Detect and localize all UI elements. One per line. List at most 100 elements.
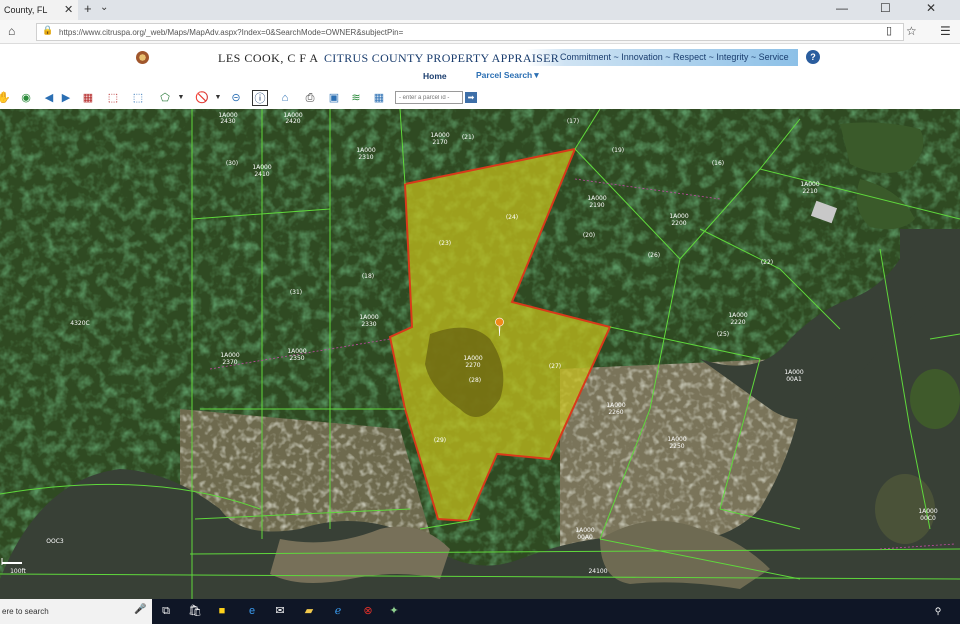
address-bar: ⌂ https://www.citruspa.org/_web/Maps/Map… (0, 20, 960, 44)
globe-icon[interactable]: ◉ (18, 90, 34, 106)
nav-home-link[interactable]: Home (423, 71, 447, 81)
parcel-tag: (27) (549, 363, 561, 370)
clear-icon[interactable]: ⊝ (228, 90, 244, 106)
browser-tab-bar: County, FL ✕ + ⌄ — ☐ ✕ (0, 0, 960, 20)
task-view-icon[interactable]: ⧉ (158, 604, 174, 618)
close-tab-icon[interactable]: ✕ (64, 3, 73, 16)
pan-hand-icon[interactable]: ✋ (0, 90, 12, 106)
full-extent-icon[interactable]: ▦ (80, 90, 96, 106)
parcel-tag: (18) (362, 273, 374, 280)
taskbar-search[interactable]: ere to search (0, 599, 152, 624)
identify-info-icon[interactable]: ⓘ (252, 90, 268, 106)
aerial-map[interactable]: 100ft 1A000 2430 1A000 2420 1A000 2410 1… (0, 109, 960, 599)
parcel-id-input[interactable] (395, 91, 463, 104)
app-icon[interactable]: ✦ (386, 604, 402, 618)
parcel-label-id: 1A000 (430, 132, 450, 139)
parcel-label-id: 1A000 (800, 181, 820, 188)
parcel-label-id: 1A000 (287, 348, 307, 355)
parcel-label-id: 1A000 (784, 369, 804, 376)
dropdown-chevron-icon[interactable]: ▼ (173, 90, 189, 106)
measure-tool-icon[interactable]: 🚫 (194, 90, 210, 106)
url-field[interactable]: https://www.citruspa.org/_web/Maps/MapAd… (36, 23, 904, 41)
parcel-tag: (30) (226, 160, 238, 167)
minimize-button[interactable]: — (836, 1, 848, 15)
print-icon[interactable]: ⎙ (302, 90, 318, 106)
parcel-label-id: 1A000 (359, 314, 379, 321)
file-explorer-icon[interactable]: ▰ (301, 604, 317, 618)
buffer-icon[interactable]: ⌂ (277, 90, 293, 106)
export-icon[interactable]: ▣ (326, 90, 342, 106)
parcel-label-num: 2210 (802, 188, 817, 195)
maximize-button[interactable]: ☐ (880, 1, 891, 15)
lock-icon: 🔒 (42, 25, 54, 35)
parcel-label-num: 2260 (608, 409, 623, 416)
parcel-label-num: 2250 (669, 443, 684, 450)
parcel-tag: (25) (717, 331, 729, 338)
parcel-go-button[interactable]: ➡ (465, 92, 477, 103)
parcel-label-num: 2330 (361, 321, 376, 328)
parcel-tag: (29) (434, 437, 446, 444)
help-button[interactable]: ? (806, 50, 820, 64)
parcel-label-num: 2270 (465, 362, 480, 369)
parcel-tag: (20) (583, 232, 595, 239)
parcel-label-id: 1A000 (575, 527, 595, 534)
ie-icon[interactable]: ℯ (330, 604, 346, 618)
parcel-label-num: 00A0 (577, 534, 593, 541)
parcel-tag: (22) (761, 259, 773, 266)
parcel-label-num: 2220 (730, 319, 745, 326)
sticky-icon[interactable]: ■ (214, 604, 230, 618)
site-header: LES COOK, C F A CITRUS COUNTY PROPERTY A… (0, 44, 960, 88)
parcel-label-id: 1A000 (728, 312, 748, 319)
favorite-star-icon[interactable]: ☆ (906, 24, 917, 38)
dropdown-chevron-icon[interactable]: ▼ (210, 90, 226, 106)
people-icon[interactable]: ⚲ (930, 604, 946, 618)
parcel-tag: (21) (462, 134, 474, 141)
layers-icon[interactable]: ≋ (348, 90, 364, 106)
back-arrow-icon[interactable]: ◀ (41, 90, 57, 106)
edge-icon[interactable]: e (244, 604, 260, 618)
parcel-tag: (23) (439, 240, 451, 247)
browser-tab[interactable]: County, FL ✕ (0, 0, 78, 20)
parcel-tag: (24) (506, 214, 518, 221)
reading-view-icon[interactable]: ▯ (886, 24, 892, 37)
home-icon[interactable]: ⌂ (8, 24, 15, 38)
nav-parcel-search-menu[interactable]: Parcel Search▼ (476, 70, 541, 80)
select-box-icon[interactable]: ⬚ (105, 90, 121, 106)
new-tab-button[interactable]: + (84, 1, 92, 16)
app-icon[interactable]: ⊗ (360, 604, 376, 618)
parcel-label-num: 2410 (254, 171, 269, 178)
close-window-button[interactable]: ✕ (926, 1, 936, 15)
windows-taskbar: ere to search 🎤 ⧉ 🛍 ■ e ✉ ▰ ℯ ⊗ ✦ ⚲ (0, 599, 960, 624)
parcel-label-id: 1A000 (918, 508, 938, 515)
parcel-tag: (26) (648, 252, 660, 259)
island (910, 369, 960, 429)
store-icon[interactable]: 🛍 (187, 604, 203, 618)
parcel-label-num: 2170 (432, 139, 447, 146)
forward-arrow-icon[interactable]: ▶ (58, 90, 74, 106)
parcel-label-id: 1A000 (220, 352, 240, 359)
tab-list-chevron-icon[interactable]: ⌄ (100, 2, 108, 13)
area-label: 24100 (588, 568, 607, 575)
site-tagline: Commitment ~ Innovation ~ Respect ~ Inte… (560, 52, 789, 62)
county-seal-logo (136, 51, 149, 64)
outside-area-label: OOC3 (46, 538, 64, 545)
grid-icon[interactable]: ▦ (371, 90, 387, 106)
parcel-tag: (16) (712, 160, 724, 167)
parcel-label-num: 2430 (220, 118, 235, 125)
appraiser-name: LES COOK, C F A (218, 51, 319, 65)
mail-icon[interactable]: ✉ (272, 604, 288, 618)
microphone-icon[interactable]: 🎤 (134, 604, 146, 615)
parcel-label-num: 2200 (671, 220, 686, 227)
favorites-hub-icon[interactable]: ☰ (940, 24, 951, 38)
parcel-label-id: 1A000 (463, 355, 483, 362)
tab-title: County, FL (4, 5, 48, 15)
zoom-select-icon[interactable]: ⬚ (130, 90, 146, 106)
parcel-label-id: 1A000 (356, 147, 376, 154)
parcel-label-num: 2190 (589, 202, 604, 209)
polygon-select-icon[interactable]: ⬠ (157, 90, 173, 106)
parcel-tag: (31) (290, 289, 302, 296)
parcel-label-num: 00C0 (920, 515, 936, 522)
parcel-label-num: 2350 (289, 355, 304, 362)
parcel-label-num: 2420 (285, 118, 300, 125)
parcel-label-id: 1A000 (606, 402, 626, 409)
